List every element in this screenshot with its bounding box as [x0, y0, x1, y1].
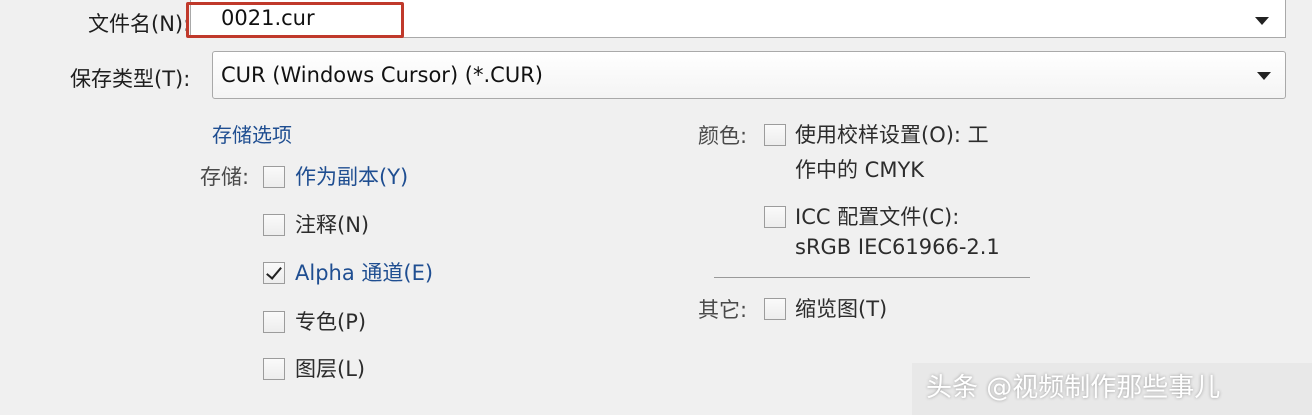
storage-label: 存储: [200, 165, 250, 189]
filename-highlight-box [186, 2, 404, 38]
icc-profile-label-line1[interactable]: ICC 配置文件(C): [795, 201, 959, 231]
icc-profile-checkbox[interactable] [764, 206, 786, 228]
alpha-channel-checkbox[interactable] [263, 262, 285, 284]
thumbnail-checkbox[interactable] [764, 298, 786, 320]
layers-checkbox[interactable] [263, 358, 285, 380]
spot-color-checkbox[interactable] [263, 311, 285, 333]
notes-label[interactable]: 注释(N) [295, 209, 369, 239]
other-label: 其它: [698, 298, 748, 322]
spot-color-label[interactable]: 专色(P) [295, 306, 366, 336]
thumbnail-label[interactable]: 缩览图(T) [795, 293, 887, 323]
storage-options-title: 存储选项 [212, 123, 292, 147]
save-type-select[interactable]: CUR (Windows Cursor) (*.CUR) [212, 51, 1286, 99]
save-type-label: 保存类型(T): [70, 67, 191, 91]
filename-label: 文件名(N): [88, 12, 191, 36]
notes-checkbox[interactable] [263, 214, 285, 236]
save-type-dropdown-arrow-icon [1257, 72, 1271, 80]
alpha-channel-label[interactable]: Alpha 通道(E) [295, 257, 433, 287]
as-copy-checkbox[interactable] [263, 166, 285, 188]
use-proof-label-line2: 作中的 CMYK [795, 158, 925, 182]
watermark-text: 头条 @视频制作那些事儿 [926, 373, 1221, 403]
use-proof-label-line1[interactable]: 使用校样设置(O): 工 [795, 119, 989, 149]
options-separator [714, 277, 1030, 278]
layers-label[interactable]: 图层(L) [295, 353, 365, 383]
as-copy-label[interactable]: 作为副本(Y) [295, 161, 408, 191]
color-label: 颜色: [698, 124, 748, 148]
filename-dropdown-arrow-icon[interactable] [1255, 17, 1269, 25]
use-proof-checkbox[interactable] [764, 124, 786, 146]
icc-profile-label-line2: sRGB IEC61966-2.1 [795, 235, 1000, 259]
save-type-value: CUR (Windows Cursor) (*.CUR) [221, 63, 543, 87]
